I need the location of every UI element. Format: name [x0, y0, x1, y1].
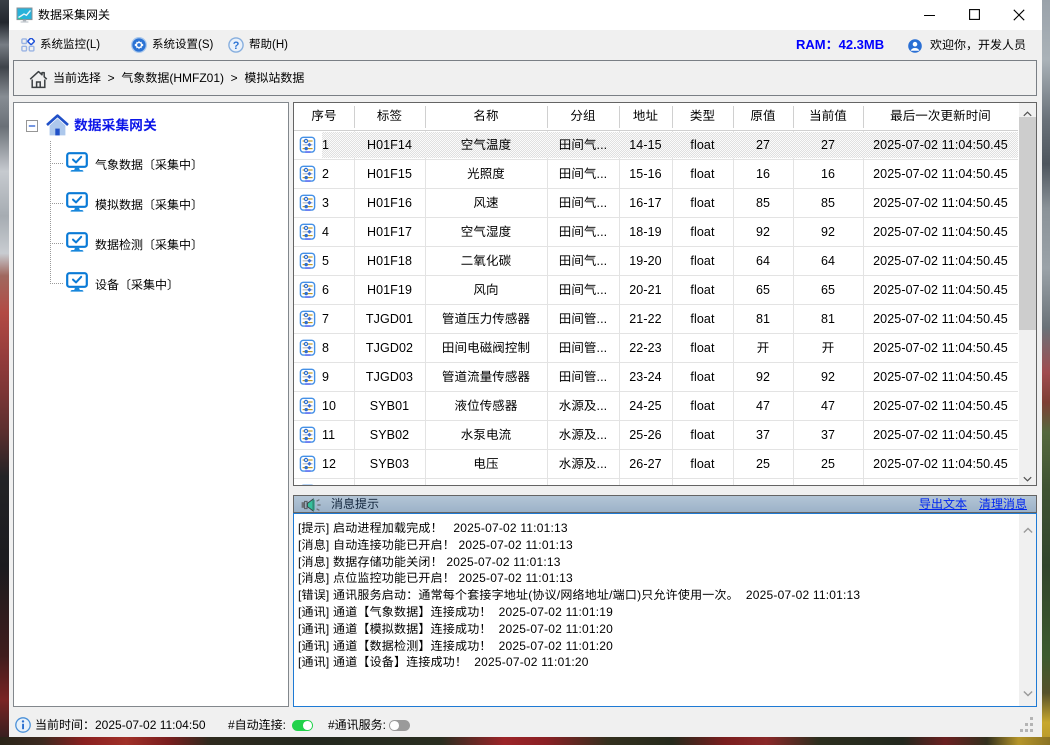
svg-text:?: ?: [233, 40, 240, 52]
